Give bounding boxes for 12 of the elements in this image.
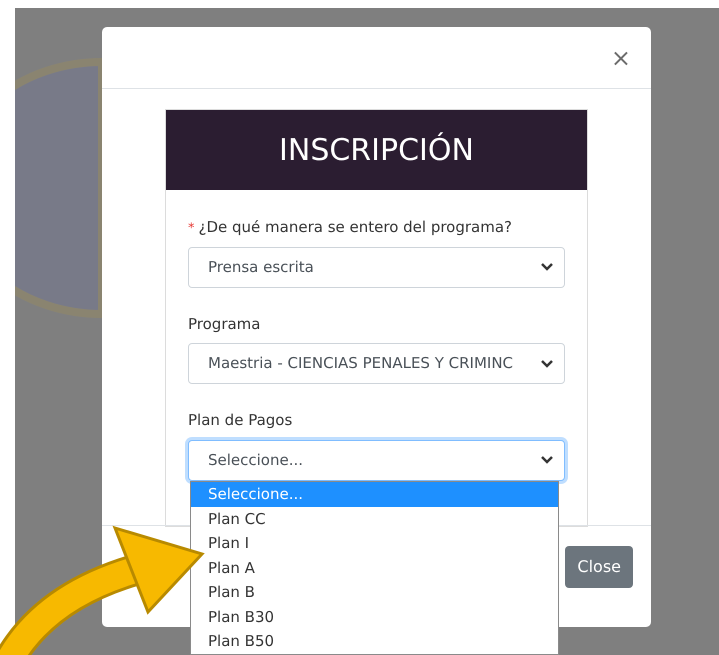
chevron-down-icon — [540, 358, 554, 368]
select-field[interactable]: Maestria - CIENCIAS PENALES Y CRIMINC — [188, 343, 565, 384]
select-field[interactable]: Seleccione... — [188, 440, 565, 480]
select-field[interactable]: Prensa escrita — [188, 246, 565, 288]
form-title: INSCRIPCIÓN — [279, 131, 474, 170]
required-mark: * — [188, 220, 194, 238]
field-label: Plan de Pagos — [188, 410, 292, 431]
field-label: Programa — [188, 314, 260, 334]
field-label: ¿De qué manera se entero del programa? — [198, 217, 512, 238]
chevron-down-icon — [540, 262, 554, 272]
chevron-down-icon — [540, 455, 554, 465]
close-button[interactable]: Close — [565, 546, 633, 588]
